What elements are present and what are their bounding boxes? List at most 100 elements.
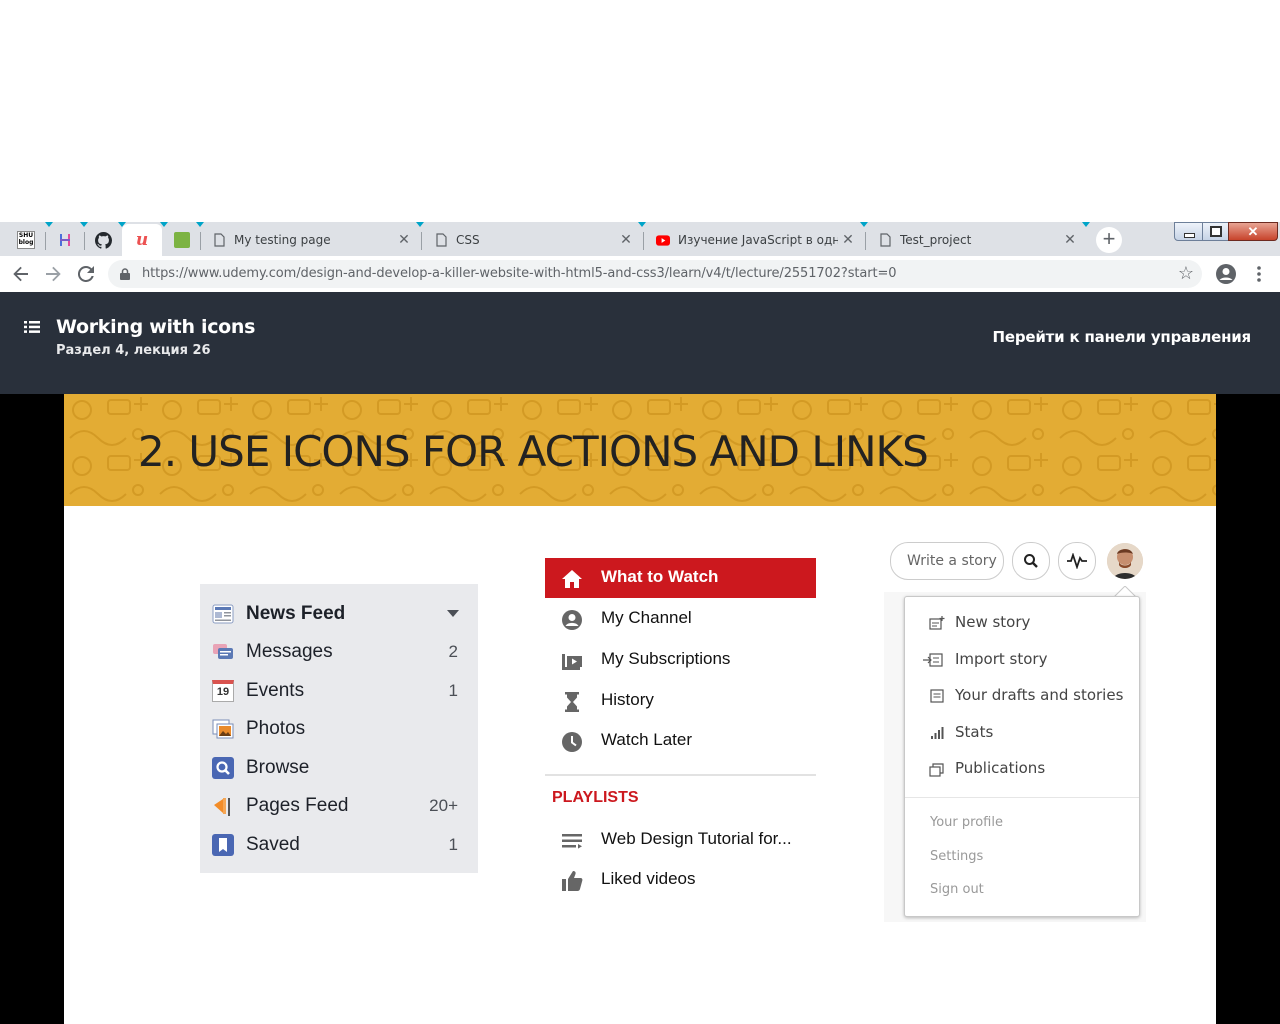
tab-title: Изучение JavaScript в одном: [678, 233, 838, 247]
back-icon[interactable]: [9, 262, 33, 286]
menu-item-label: Stats: [955, 723, 994, 741]
bookmark-star-icon[interactable]: ☆: [1178, 263, 1194, 284]
pinned-tab-github[interactable]: [85, 224, 121, 256]
menu-item-stats[interactable]: Stats: [905, 718, 1139, 754]
page-icon: [434, 233, 448, 247]
fb-item-events: 19 Events 1: [200, 672, 478, 710]
tab-title: Test_project: [900, 233, 972, 247]
yt-item-label: Liked videos: [601, 869, 696, 888]
fb-item-label: Pages Feed: [246, 795, 349, 816]
playlist-icon: [562, 834, 582, 849]
chevron-down-icon: [447, 610, 459, 617]
fb-item-count: 20+: [429, 796, 458, 815]
browser-toolbar: https://www.udemy.com/design-and-develop…: [0, 256, 1280, 292]
publications-icon: [929, 763, 944, 777]
menu-item-import-story[interactable]: Import story: [905, 645, 1139, 681]
fb-item-count: 2: [448, 642, 458, 661]
menu-divider: [905, 797, 1139, 798]
news-feed-icon: [212, 604, 234, 624]
menu-settings[interactable]: Settings: [930, 849, 983, 864]
github-icon: [94, 231, 112, 249]
user-dropdown-menu: New story Import story Your drafts and s…: [904, 596, 1140, 917]
yt-item-label: My Channel: [601, 608, 692, 627]
menu-item-new-story[interactable]: New story: [905, 597, 1139, 645]
stats-icon: [931, 727, 944, 739]
address-bar[interactable]: https://www.udemy.com/design-and-develop…: [108, 260, 1202, 288]
close-tab-icon[interactable]: ✕: [838, 232, 858, 248]
messages-icon: [213, 644, 233, 659]
pinned-tab-udemy[interactable]: u: [122, 224, 162, 256]
fb-item-label: Saved: [246, 834, 300, 855]
browser-menu-icon[interactable]: [1247, 262, 1271, 286]
youtube-icon: [656, 233, 670, 247]
facebook-sidebar-example: News Feed Messages 2 19 Events 1 Photos …: [200, 584, 478, 873]
tab-test-project[interactable]: Test_project ✕: [866, 224, 1086, 256]
menu-your-profile[interactable]: Your profile: [930, 815, 1003, 830]
fb-item-news-feed: News Feed: [200, 595, 478, 633]
fb-item-saved: Saved 1: [200, 826, 478, 864]
forward-icon[interactable]: [41, 262, 65, 286]
page-icon: [878, 233, 892, 247]
search-icon: [212, 757, 234, 779]
yt-divider: [545, 774, 816, 776]
close-tab-icon[interactable]: ✕: [616, 232, 636, 248]
activity-pulse-icon: [1067, 553, 1087, 569]
import-icon: [923, 653, 943, 667]
maximize-button[interactable]: [1202, 222, 1229, 241]
fb-item-label: News Feed: [246, 603, 346, 624]
close-window-button[interactable]: ✕: [1228, 222, 1278, 241]
yt-item-label: My Subscriptions: [601, 649, 731, 668]
pinned-tab-green[interactable]: [164, 224, 200, 256]
bookmark-icon: [212, 834, 234, 856]
green-favicon: [174, 232, 190, 248]
profile-icon[interactable]: [1214, 262, 1238, 286]
new-story-icon: [929, 616, 945, 630]
minimize-button[interactable]: [1174, 222, 1203, 241]
pinned-tab-shu-blog[interactable]: SHU blog: [8, 224, 44, 256]
yt-playlist-liked-videos: Liked videos: [545, 860, 816, 900]
fb-item-label: Browse: [246, 757, 310, 778]
write-story-button[interactable]: Write a story: [890, 542, 1004, 580]
close-tab-icon[interactable]: ✕: [394, 232, 414, 248]
fb-item-messages: Messages 2: [200, 633, 478, 671]
tab-css[interactable]: CSS ✕: [422, 224, 642, 256]
tab-youtube-javascript[interactable]: Изучение JavaScript в одном ✕: [644, 224, 864, 256]
close-tab-icon[interactable]: ✕: [1060, 232, 1080, 248]
tab-title: My testing page: [234, 233, 331, 247]
reload-icon[interactable]: [74, 262, 98, 286]
dashboard-link[interactable]: Перейти к панели управления: [993, 328, 1252, 346]
new-tab-button[interactable]: +: [1096, 227, 1122, 253]
fb-item-pages-feed: Pages Feed 20+: [200, 787, 478, 825]
fb-item-label: Events: [246, 680, 305, 701]
curriculum-list-icon[interactable]: [24, 320, 40, 334]
flag-icon: [214, 798, 230, 816]
slide-heading: 2. USE ICONS FOR ACTIONS AND LINKS: [138, 427, 929, 476]
user-circle-icon: [562, 610, 582, 630]
yt-item-history: History: [545, 681, 816, 721]
udemy-icon: u: [135, 230, 149, 250]
pinned-tab-h[interactable]: [47, 224, 83, 256]
yt-item-label: History: [601, 690, 654, 709]
hourglass-icon: [565, 692, 579, 712]
fb-item-count: 1: [448, 835, 458, 854]
avatar[interactable]: [1107, 543, 1143, 579]
tab-my-testing-page[interactable]: My testing page ✕: [200, 224, 420, 256]
page-icon: [212, 233, 226, 247]
lecture-subtitle: Раздел 4, лекция 26: [56, 343, 211, 358]
fb-item-photos: Photos: [200, 710, 478, 748]
search-button[interactable]: [1012, 542, 1050, 580]
menu-item-label: Publications: [955, 759, 1046, 777]
menu-item-drafts[interactable]: Your drafts and stories: [905, 681, 1139, 717]
menu-item-publications[interactable]: Publications: [905, 754, 1139, 790]
yt-item-my-subscriptions: My Subscriptions: [545, 640, 816, 680]
subscriptions-icon: [562, 654, 582, 670]
h-favicon: [60, 234, 70, 246]
fb-item-count: 1: [448, 681, 458, 700]
tab-title: CSS: [456, 233, 480, 247]
lecture-title: Working with icons: [56, 316, 256, 338]
activity-button[interactable]: [1058, 542, 1096, 580]
browser-tab-strip: SHU blog u My testing page ✕ CSS ✕ Изучен…: [0, 222, 1280, 256]
yt-playlists-heading: PLAYLISTS: [552, 789, 639, 806]
menu-sign-out[interactable]: Sign out: [930, 882, 984, 897]
yt-item-label: Web Design Tutorial for...: [601, 829, 792, 848]
